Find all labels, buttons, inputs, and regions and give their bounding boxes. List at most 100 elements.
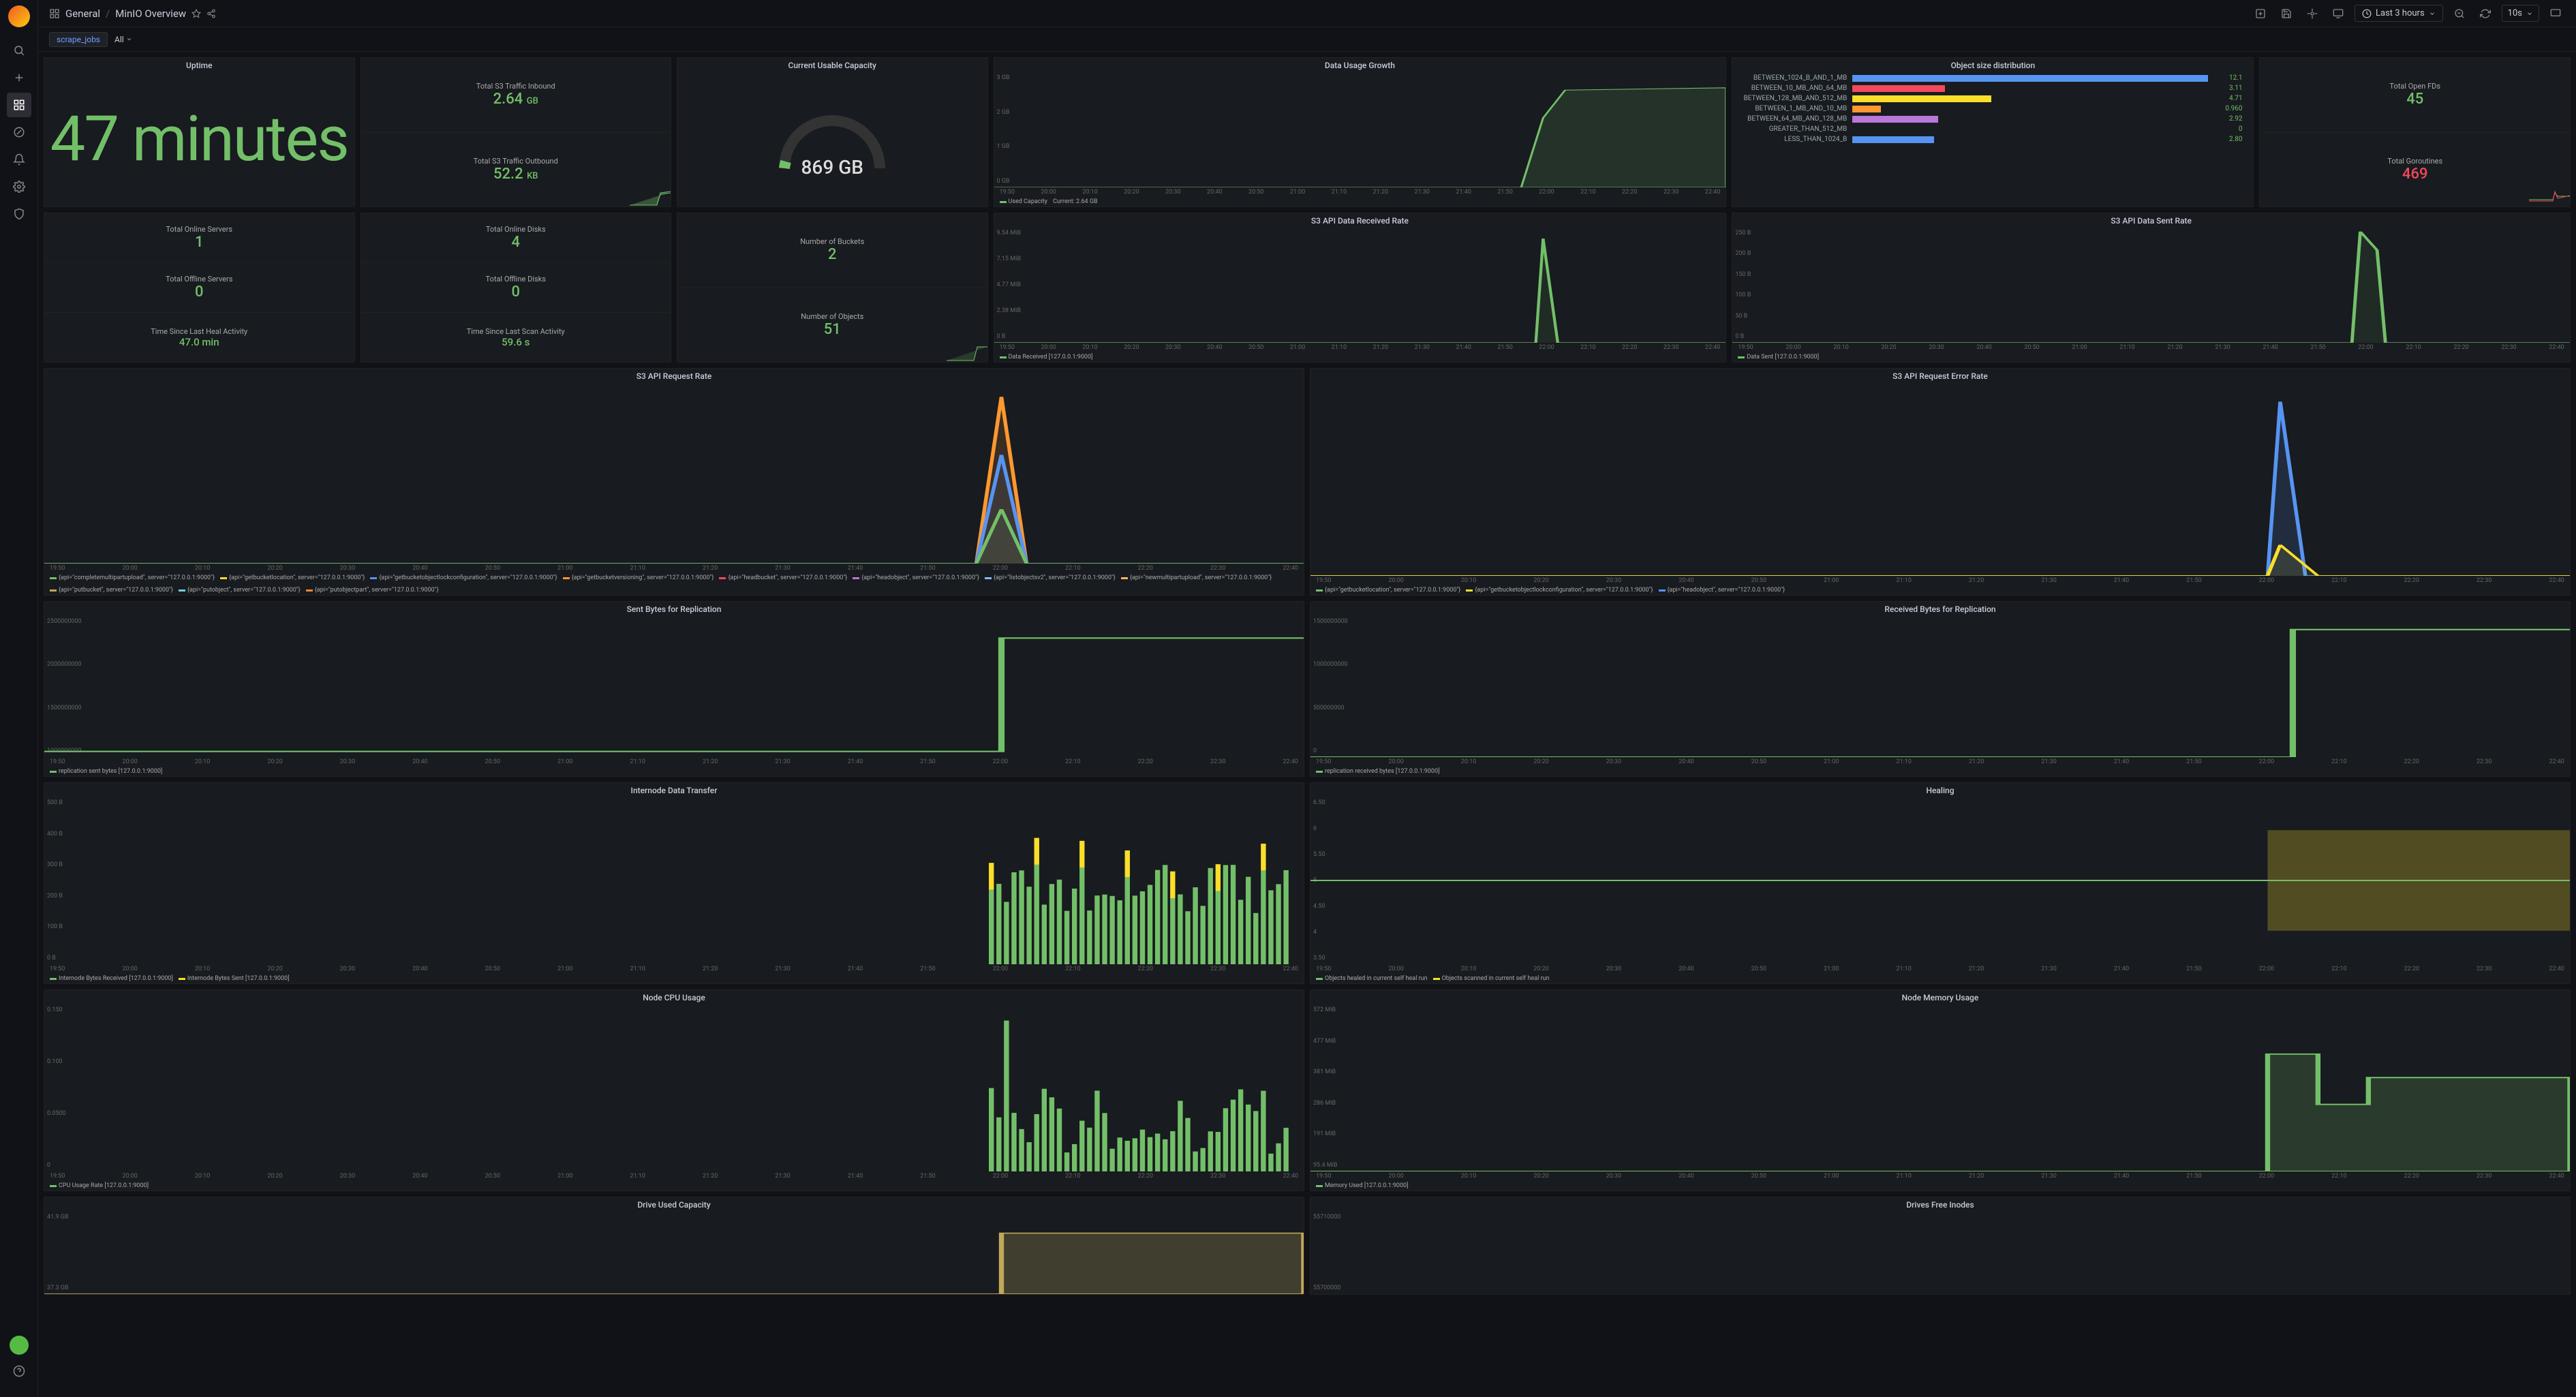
panel-node-mem[interactable]: Node Memory Usage 572 MiB477 MiB381 MiB2… xyxy=(1310,989,2571,1191)
panel-title: Total Goroutines xyxy=(2387,157,2442,166)
plus-icon[interactable] xyxy=(7,65,31,90)
legend-item[interactable]: {api="headobject", server="127.0.0.1:900… xyxy=(1659,587,1785,594)
nav-sidebar xyxy=(0,0,38,1397)
settings-icon[interactable] xyxy=(2303,4,2322,23)
zoom-out-icon[interactable] xyxy=(2450,4,2469,23)
panel-traffic[interactable]: Total S3 Traffic Inbound 2.64 GB Total S… xyxy=(361,57,672,207)
panel-title: Object size distribution xyxy=(1732,58,2253,72)
legend-item[interactable]: {api="getbucketversioning", server="127.… xyxy=(563,574,714,581)
dist-bar-row: BETWEEN_10_MB_AND_64_MB 3.11 xyxy=(1743,85,2242,92)
dist-bar-row: BETWEEN_1_MB_AND_10_MB 0.960 xyxy=(1743,105,2242,112)
stat-value: 2.64 xyxy=(493,91,523,108)
panel-title: Drive Used Capacity xyxy=(44,1197,1304,1211)
panel-buckets-objects[interactable]: Number of Buckets2 Number of Objects51 xyxy=(677,213,988,363)
dist-bar-row: BETWEEN_64_MB_AND_128_MB 2.92 xyxy=(1743,115,2242,123)
legend-item[interactable]: {api="newmultipartupload", server="127.0… xyxy=(1121,574,1272,581)
panel-healing[interactable]: Healing 6.5065.5054.5043.50 19:5020:0020… xyxy=(1310,782,2571,984)
panel-title: Node CPU Usage xyxy=(44,990,1304,1004)
stat-value: 469 xyxy=(2402,166,2428,183)
stat-value: 52.2 xyxy=(493,166,523,183)
user-avatar[interactable] xyxy=(10,1336,29,1355)
panel-internode[interactable]: Internode Data Transfer 500 B400 B300 B2… xyxy=(44,782,1304,984)
panel-title: Internode Data Transfer xyxy=(44,783,1304,797)
breadcrumb: General / MinIO Overview xyxy=(49,7,216,20)
panel-disks[interactable]: Total Online Disks4 Total Offline Disks0… xyxy=(361,213,672,363)
variable-row: scrape_jobs All xyxy=(38,27,2576,52)
panel-icon xyxy=(49,8,60,19)
bell-icon[interactable] xyxy=(7,147,31,172)
legend-item[interactable]: {api="completemultipartupload", server="… xyxy=(50,574,215,581)
panel-fds-goroutines[interactable]: Total Open FDs 45 Total Goroutines 469 xyxy=(2259,57,2571,207)
panel-obj-dist[interactable]: Object size distribution BETWEEN_1024_B_… xyxy=(1732,57,2254,207)
panel-title: Uptime xyxy=(44,58,354,72)
explore-icon[interactable] xyxy=(7,120,31,144)
panel-node-cpu[interactable]: Node CPU Usage 0.1500.1000.05000 19:5020… xyxy=(44,989,1304,1191)
legend-item[interactable]: {api="putobject", server="127.0.0.1:9000… xyxy=(179,587,301,594)
panel-title: S3 API Request Error Rate xyxy=(1310,369,2570,382)
legend-item[interactable]: {api="getbucketobjectlockconfiguration",… xyxy=(1466,587,1653,594)
save-icon[interactable] xyxy=(2277,4,2296,23)
legend-item[interactable]: {api="headbucket", server="127.0.0.1:900… xyxy=(719,574,847,581)
legend-item[interactable]: {api="getbucketobjectlockconfiguration",… xyxy=(370,574,557,581)
legend-item[interactable]: {api="putobjectpart", server="127.0.0.1:… xyxy=(306,587,439,594)
panel-title: Node Memory Usage xyxy=(1310,990,2570,1004)
search-icon[interactable] xyxy=(7,38,31,63)
cycle-view-icon[interactable] xyxy=(2546,4,2565,23)
panel-drive-inodes[interactable]: Drives Free Inodes 5571000055700000 xyxy=(1310,1197,2571,1295)
panel-s3-recv[interactable]: S3 API Data Received Rate 9.54 MiB7.15 M… xyxy=(994,213,1727,363)
time-picker[interactable]: Last 3 hours xyxy=(2355,5,2443,22)
panel-capacity[interactable]: Current Usable Capacity 869 GB xyxy=(677,57,988,207)
time-range-label: Last 3 hours xyxy=(2376,8,2425,18)
panel-s3-sent[interactable]: S3 API Data Sent Rate 250 B200 B150 B100… xyxy=(1732,213,2571,363)
dashboard-grid: Uptime 47 minutes Total S3 Traffic Inbou… xyxy=(38,52,2576,1397)
var-scrape-jobs[interactable]: scrape_jobs xyxy=(49,32,108,47)
panel-title: Healing xyxy=(1310,783,2570,797)
panel-title: S3 API Data Sent Rate xyxy=(1732,213,2570,227)
panel-title: S3 API Request Rate xyxy=(44,369,1304,382)
dist-bar-row: BETWEEN_1024_B_AND_1_MB 12.1 xyxy=(1743,74,2242,82)
panel-title: Total Open FDs xyxy=(2389,82,2440,91)
help-icon[interactable] xyxy=(7,1359,31,1383)
shield-icon[interactable] xyxy=(7,202,31,226)
tv-icon[interactable] xyxy=(2329,4,2348,23)
refresh-icon[interactable] xyxy=(2476,4,2495,23)
page-title[interactable]: MinIO Overview xyxy=(115,7,186,20)
panel-title: Data Usage Growth xyxy=(994,58,1726,72)
panel-title: Total S3 Traffic Inbound xyxy=(476,82,555,91)
dashboards-icon[interactable] xyxy=(7,93,31,117)
share-icon[interactable] xyxy=(206,9,216,18)
panel-title: Sent Bytes for Replication xyxy=(44,602,1304,615)
topbar: General / MinIO Overview Last 3 hours xyxy=(38,0,2576,27)
legend-item[interactable]: Internode Bytes Sent [127.0.0.1:9000] xyxy=(179,975,290,982)
legend-item[interactable]: {api="headobject", server="127.0.0.1:900… xyxy=(853,574,979,581)
panel-title: Received Bytes for Replication xyxy=(1310,602,2570,615)
legend-item[interactable]: {api="getbucketlocation", server="127.0.… xyxy=(1316,587,1460,594)
legend-item[interactable]: Objects healed in current self heal run xyxy=(1316,975,1428,982)
panel-data-usage[interactable]: Data Usage Growth 3 GB2 GB1 GB0 GB 19:50… xyxy=(994,57,1727,207)
gear-icon[interactable] xyxy=(7,174,31,199)
breadcrumb-folder[interactable]: General xyxy=(65,7,100,20)
panel-uptime[interactable]: Uptime 47 minutes xyxy=(44,57,355,207)
panel-s3-req-rate[interactable]: S3 API Request Rate 19:5020:0020:1020:20… xyxy=(44,368,1304,596)
add-panel-icon[interactable] xyxy=(2251,4,2270,23)
stat-value: 47 minutes xyxy=(50,103,348,176)
refresh-label: 10s xyxy=(2508,8,2522,18)
star-icon[interactable] xyxy=(191,9,201,18)
legend-item[interactable]: {api="putbucket", server="127.0.0.1:9000… xyxy=(50,587,173,594)
panel-sent-repl[interactable]: Sent Bytes for Replication 2500000000200… xyxy=(44,601,1304,777)
legend-item[interactable]: {api="listobjectsv2", server="127.0.0.1:… xyxy=(985,574,1116,581)
var-all-dropdown[interactable]: All xyxy=(114,35,132,44)
grafana-logo[interactable] xyxy=(8,5,30,27)
chevron-down-icon xyxy=(2429,10,2436,17)
panel-s3-err-rate[interactable]: S3 API Request Error Rate 19:5020:0020:1… xyxy=(1310,368,2571,596)
chevron-down-icon xyxy=(126,36,132,42)
legend-item[interactable]: Internode Bytes Received [127.0.0.1:9000… xyxy=(50,975,173,982)
panel-drive-cap[interactable]: Drive Used Capacity 41.9 GB37.3 GB xyxy=(44,1197,1304,1295)
chevron-down-icon xyxy=(2526,10,2533,17)
panel-recv-repl[interactable]: Received Bytes for Replication 150000000… xyxy=(1310,601,2571,777)
legend-item[interactable]: Objects scanned in current self heal run xyxy=(1433,975,1550,982)
legend-item[interactable]: {api="getbucketlocation", server="127.0.… xyxy=(220,574,365,581)
clock-icon xyxy=(2362,9,2372,18)
refresh-interval[interactable]: 10s xyxy=(2502,5,2539,22)
panel-servers[interactable]: Total Online Servers1 Total Offline Serv… xyxy=(44,213,355,363)
